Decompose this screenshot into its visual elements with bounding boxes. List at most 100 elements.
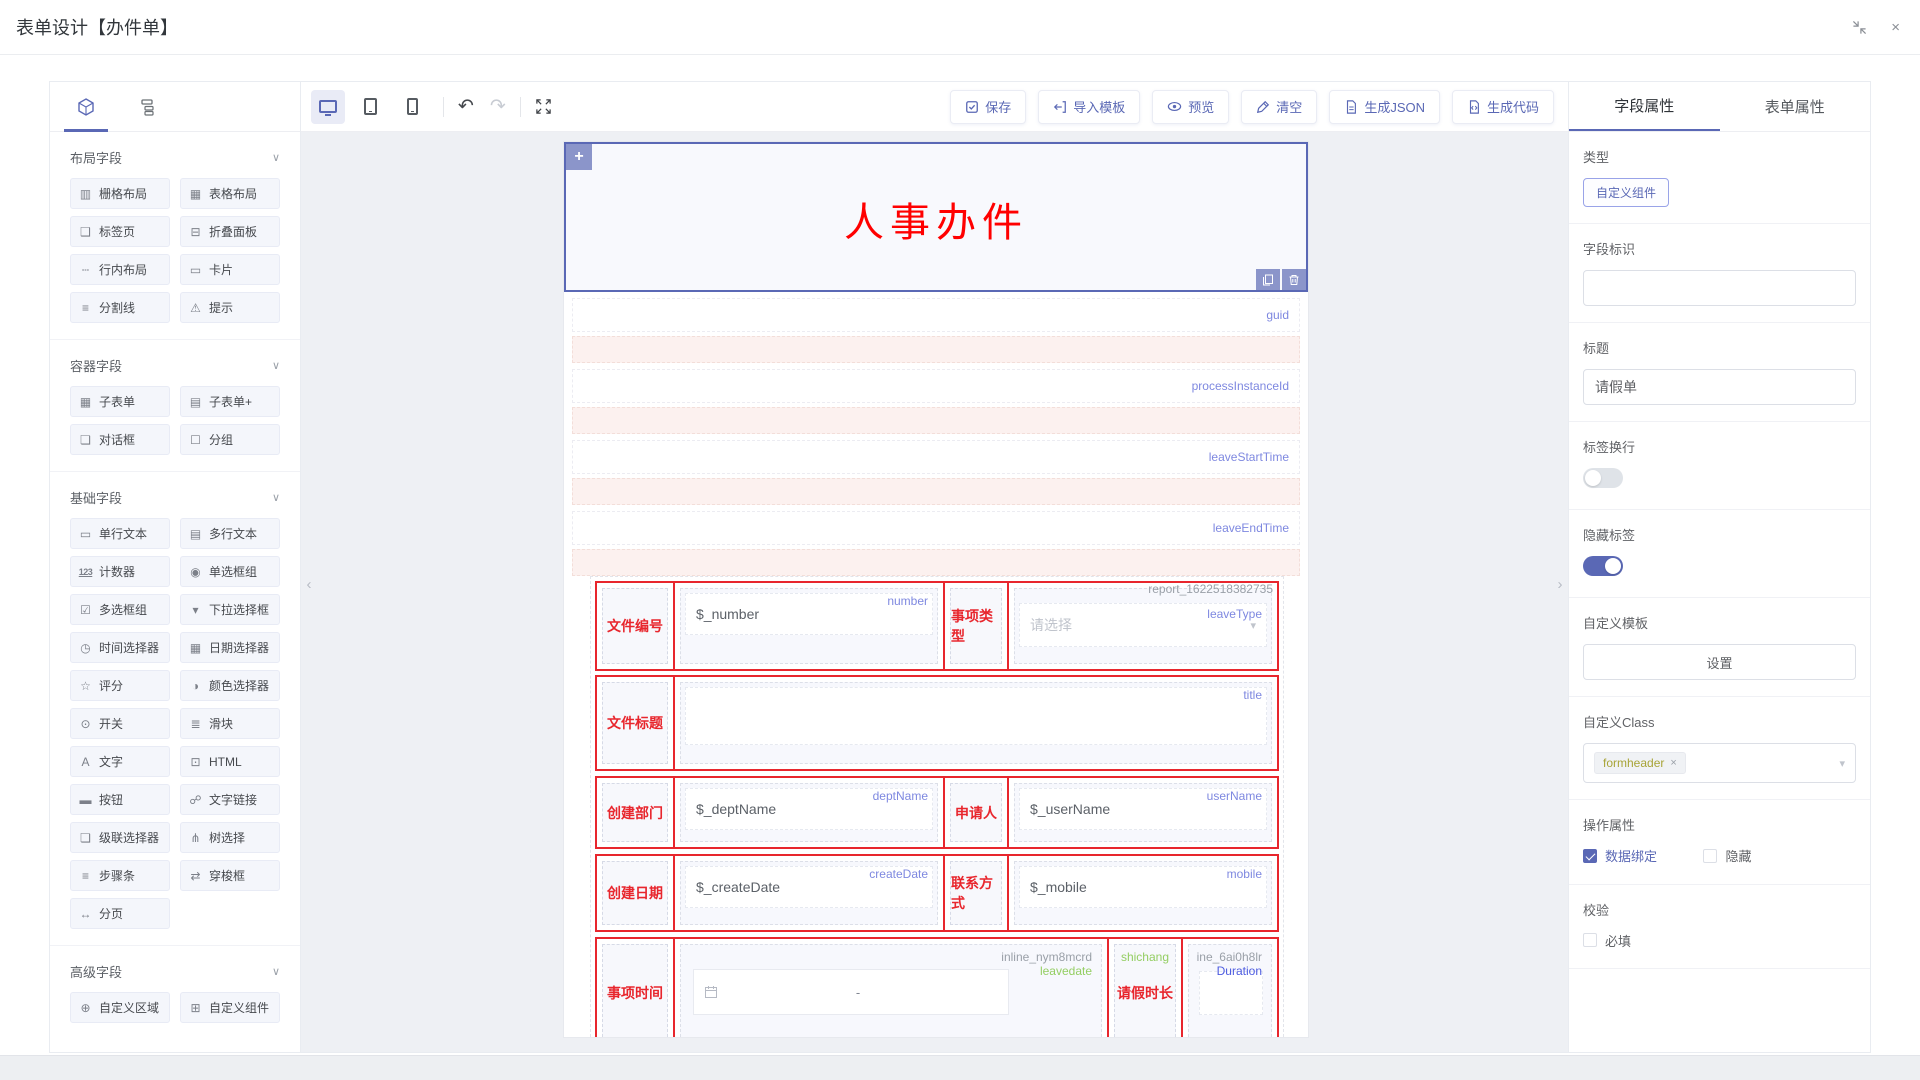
import-template-button[interactable]: 导入模板 bbox=[1038, 90, 1140, 124]
collapse-right-panel-handle[interactable]: › bbox=[1553, 562, 1567, 606]
hidden-field-placeholder[interactable] bbox=[572, 407, 1300, 434]
field-label[interactable]: 事项类型 bbox=[950, 588, 1002, 664]
palette-item[interactable]: ❏对话框 bbox=[70, 424, 170, 455]
field-id-input[interactable] bbox=[1583, 270, 1856, 306]
hidden-field-row[interactable]: processInstanceId bbox=[572, 369, 1300, 403]
hidden-field-row[interactable]: guid bbox=[572, 298, 1300, 332]
palette-item[interactable]: ▭单行文本 bbox=[70, 518, 170, 549]
palette-item[interactable]: ❑标签页 bbox=[70, 216, 170, 247]
palette-item[interactable]: ▥栅格布局 bbox=[70, 178, 170, 209]
hidden-field-row[interactable]: leaveStartTime bbox=[572, 440, 1300, 474]
palette-item[interactable]: ▤子表单+ bbox=[180, 386, 280, 417]
palette-item[interactable]: ⊕自定义区域 bbox=[70, 992, 170, 1023]
title-input[interactable] bbox=[1583, 369, 1856, 405]
palette-item[interactable]: ☆评分 bbox=[70, 670, 170, 701]
palette-section-header[interactable]: 基础字段∨ bbox=[70, 488, 280, 506]
palette-section-header[interactable]: 容器字段∨ bbox=[70, 356, 280, 374]
palette-item[interactable]: ↔分页 bbox=[70, 898, 170, 929]
tab-field-properties[interactable]: 字段属性 bbox=[1569, 82, 1720, 131]
palette-item[interactable]: ⋔树选择 bbox=[180, 822, 280, 853]
palette-item[interactable]: ◑颜色选择器 bbox=[180, 670, 280, 701]
palette-section-header[interactable]: 高级字段∨ bbox=[70, 962, 280, 980]
drag-handle-icon[interactable]: + bbox=[566, 144, 592, 170]
field-widget[interactable]: leaveType请选择▾ bbox=[1014, 588, 1272, 664]
palette-item[interactable]: ▦子表单 bbox=[70, 386, 170, 417]
collapse-left-panel-handle[interactable]: ‹ bbox=[302, 562, 316, 606]
form-header-component[interactable]: + 人事办件 bbox=[564, 142, 1308, 292]
palette-section-header[interactable]: 布局字段∨ bbox=[70, 148, 280, 166]
field-widget[interactable]: createDate$_createDate bbox=[680, 861, 938, 925]
date-range-input[interactable]: - bbox=[693, 969, 1009, 1015]
save-button[interactable]: 保存 bbox=[950, 90, 1026, 124]
field-label[interactable]: 文件标题 bbox=[602, 682, 668, 764]
generate-code-button[interactable]: 生成代码 bbox=[1452, 90, 1554, 124]
hidden-field-row[interactable]: leaveEndTime bbox=[572, 511, 1300, 545]
fullscreen-button[interactable] bbox=[535, 98, 552, 115]
field-label[interactable]: 申请人 bbox=[950, 783, 1002, 842]
palette-item[interactable]: ┄行内布局 bbox=[70, 254, 170, 285]
palette-item[interactable]: ☐分组 bbox=[180, 424, 280, 455]
close-icon[interactable]: × bbox=[1891, 19, 1900, 36]
desktop-view-button[interactable] bbox=[311, 90, 345, 124]
field-label[interactable]: 联系方式 bbox=[950, 861, 1002, 925]
field-widget[interactable]: deptName$_deptName bbox=[680, 783, 938, 842]
field-label[interactable]: 创建日期 bbox=[602, 861, 668, 925]
palette-item[interactable]: ⊟折叠面板 bbox=[180, 216, 280, 247]
palette-tab-components[interactable] bbox=[76, 97, 96, 117]
palette-tab-outline[interactable] bbox=[138, 98, 156, 116]
textarea-input[interactable] bbox=[685, 687, 1267, 745]
palette-item[interactable]: ▦日期选择器 bbox=[180, 632, 280, 663]
palette-item[interactable]: ◉单选框组 bbox=[180, 556, 280, 587]
palette-item[interactable]: ▦表格布局 bbox=[180, 178, 280, 209]
palette-item[interactable]: ≡步骤条 bbox=[70, 860, 170, 891]
palette-item[interactable]: ⊙开关 bbox=[70, 708, 170, 739]
palette-item[interactable]: ▾下拉选择框 bbox=[180, 594, 280, 625]
palette-item[interactable]: ☑多选框组 bbox=[70, 594, 170, 625]
collapse-window-icon[interactable] bbox=[1852, 20, 1867, 35]
required-checkbox[interactable]: 必填 bbox=[1583, 931, 1631, 950]
phone-view-button[interactable] bbox=[395, 90, 429, 124]
clear-button[interactable]: 清空 bbox=[1241, 90, 1317, 124]
copy-icon[interactable] bbox=[1256, 269, 1280, 290]
palette-item[interactable]: ⊡HTML bbox=[180, 746, 280, 777]
hidden-field-placeholder[interactable] bbox=[572, 549, 1300, 576]
label-wrap-toggle[interactable] bbox=[1583, 468, 1623, 488]
data-binding-checkbox[interactable]: 数据绑定 bbox=[1583, 846, 1657, 865]
field-label[interactable]: 请假时长shichang bbox=[1114, 944, 1176, 1037]
field-widget[interactable]: number$_number bbox=[680, 588, 938, 664]
palette-item[interactable]: ▬按钮 bbox=[70, 784, 170, 815]
field-widget[interactable]: mobile$_mobile bbox=[1014, 861, 1272, 925]
field-widget[interactable]: inline_nym8mcrdleavedate- bbox=[680, 944, 1102, 1037]
palette-item[interactable]: ≡分割线 bbox=[70, 292, 170, 323]
palette-item[interactable]: 123计数器 bbox=[70, 556, 170, 587]
palette-item[interactable]: ◷时间选择器 bbox=[70, 632, 170, 663]
remove-class-icon[interactable]: × bbox=[1670, 757, 1676, 769]
field-label[interactable]: 创建部门 bbox=[602, 783, 668, 842]
hide-label-toggle[interactable] bbox=[1583, 556, 1623, 576]
field-label[interactable]: 事项时间 bbox=[602, 944, 668, 1037]
preview-button[interactable]: 预览 bbox=[1152, 90, 1229, 124]
field-widget[interactable]: ine_6ai0h8lrDuration bbox=[1188, 944, 1272, 1037]
palette-item[interactable]: ≣滑块 bbox=[180, 708, 280, 739]
palette-item[interactable]: ⇄穿梭框 bbox=[180, 860, 280, 891]
generate-json-button[interactable]: 生成JSON bbox=[1329, 90, 1440, 124]
hidden-field-placeholder[interactable] bbox=[572, 478, 1300, 505]
palette-item[interactable]: ▭卡片 bbox=[180, 254, 280, 285]
tab-form-properties[interactable]: 表单属性 bbox=[1720, 82, 1871, 131]
undo-button[interactable]: ↶ bbox=[458, 95, 474, 118]
field-widget[interactable]: title bbox=[680, 682, 1272, 764]
custom-class-select[interactable]: formheader× ▾ bbox=[1583, 743, 1856, 783]
hidden-checkbox[interactable]: 隐藏 bbox=[1703, 846, 1751, 865]
delete-icon[interactable] bbox=[1282, 269, 1306, 290]
field-widget[interactable]: userName$_userName bbox=[1014, 783, 1272, 842]
hidden-field-placeholder[interactable] bbox=[572, 336, 1300, 363]
palette-item[interactable]: A文字 bbox=[70, 746, 170, 777]
field-label[interactable]: 文件编号 bbox=[602, 588, 668, 664]
palette-item[interactable]: ⊞自定义组件 bbox=[180, 992, 280, 1023]
palette-item[interactable]: ☍文字链接 bbox=[180, 784, 280, 815]
template-settings-button[interactable]: 设置 bbox=[1583, 644, 1856, 680]
palette-item[interactable]: ⚠提示 bbox=[180, 292, 280, 323]
redo-button[interactable]: ↷ bbox=[490, 95, 506, 118]
palette-item[interactable]: ▤多行文本 bbox=[180, 518, 280, 549]
tablet-view-button[interactable] bbox=[353, 90, 387, 124]
